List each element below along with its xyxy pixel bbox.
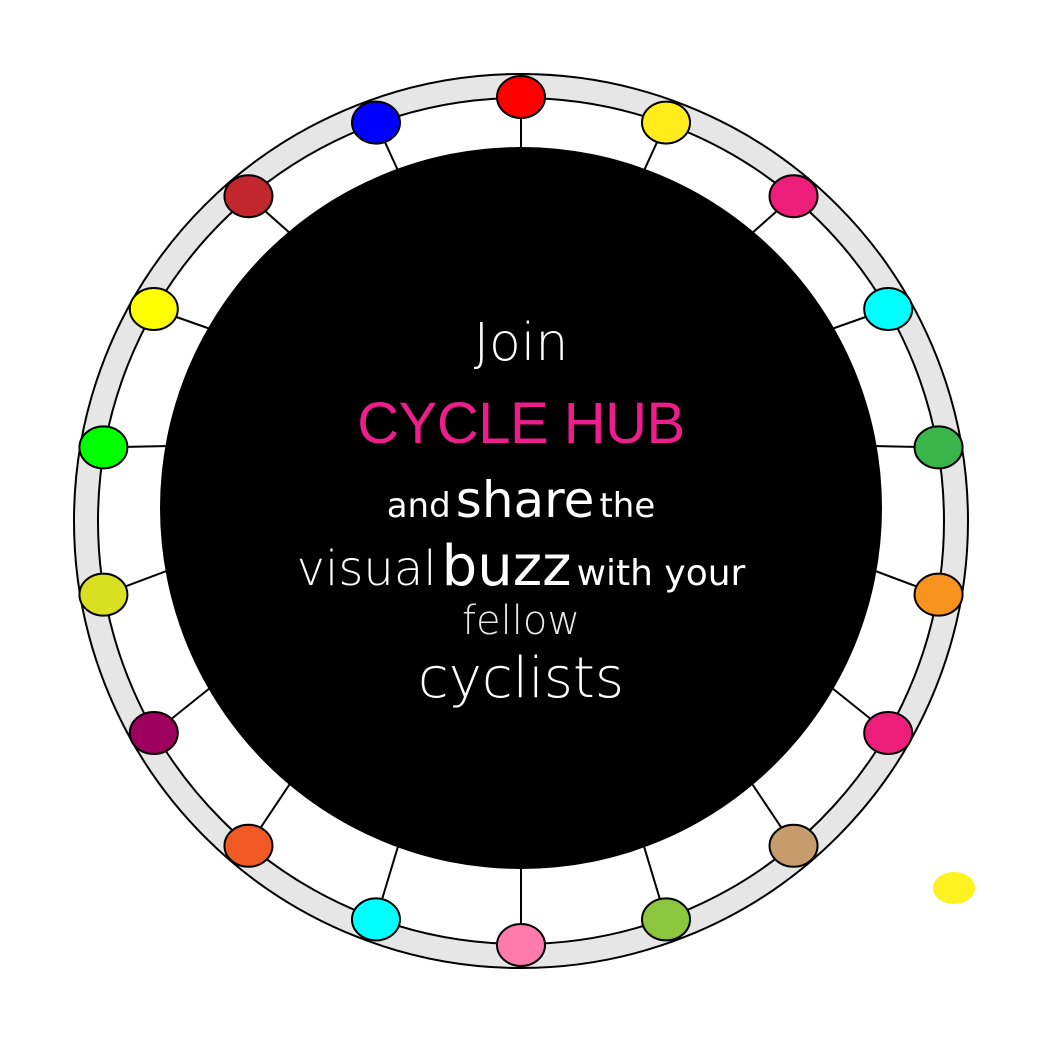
- buzz-line: visual buzz with your: [297, 539, 746, 595]
- headline-block: Join CYCLE HUB and share the visual buzz…: [160, 150, 882, 872]
- and-word: and: [386, 486, 451, 526]
- rim-dot: [78, 425, 129, 470]
- rim-dot: [78, 572, 129, 617]
- brand-name: CYCLE HUB: [357, 391, 685, 456]
- rim-dot: [641, 100, 692, 145]
- rim-dot: [913, 425, 964, 470]
- share-word: share: [455, 471, 595, 529]
- cyclists-word: cyclists: [417, 646, 625, 711]
- stray-yellow-dot: [933, 872, 975, 904]
- share-line: and share the: [387, 475, 656, 525]
- the-word: the: [599, 486, 656, 526]
- visual-word: visual: [296, 541, 437, 597]
- with-your-words: with your: [576, 553, 746, 594]
- rim-dot: [641, 897, 692, 942]
- rim-dot: [496, 923, 546, 967]
- cycle-hub-poster: Join CYCLE HUB and share the visual buzz…: [0, 0, 1042, 1042]
- join-text: Join: [473, 313, 569, 373]
- rim-dot: [350, 897, 401, 942]
- fellow-word: fellow: [461, 598, 581, 644]
- rim-dot: [913, 572, 964, 617]
- rim-dot: [350, 100, 401, 145]
- buzz-word: buzz: [441, 534, 572, 599]
- rim-dot: [496, 75, 546, 119]
